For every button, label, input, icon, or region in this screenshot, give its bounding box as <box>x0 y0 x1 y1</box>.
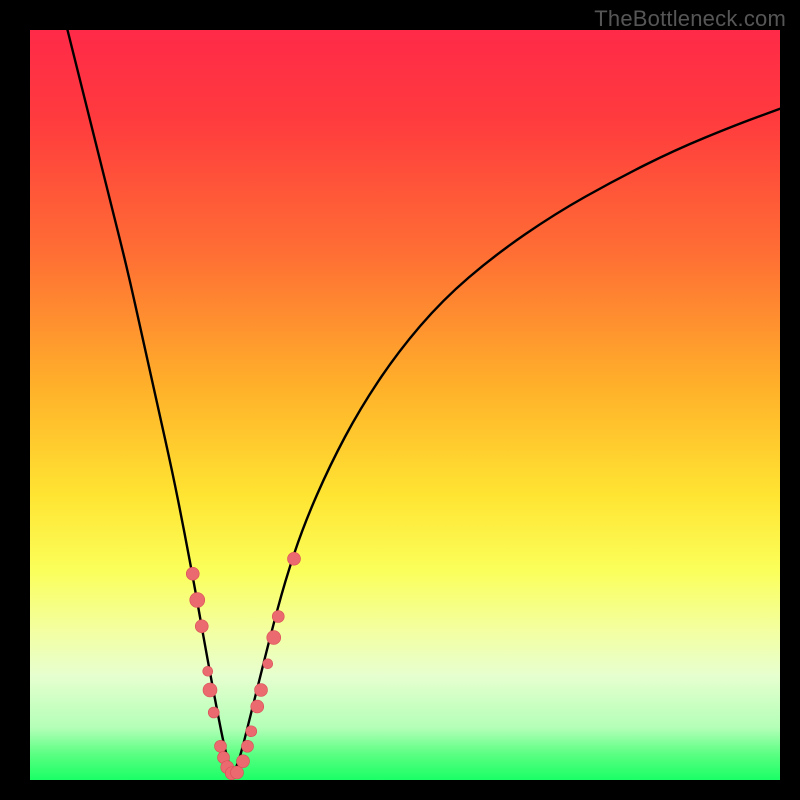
data-dot <box>255 684 268 697</box>
data-dot <box>208 707 219 718</box>
data-dot <box>237 755 250 768</box>
chart-frame: TheBottleneck.com <box>0 0 800 800</box>
plot-background <box>30 30 780 780</box>
data-dot <box>263 659 273 669</box>
data-dot <box>215 740 227 752</box>
data-dot <box>186 567 199 580</box>
data-dot <box>267 631 281 645</box>
data-dot <box>195 620 208 633</box>
data-dot <box>190 593 205 608</box>
data-dot <box>251 700 264 713</box>
data-dot <box>242 740 254 752</box>
data-dot <box>272 611 284 623</box>
data-dot <box>246 726 257 737</box>
data-dot <box>231 766 244 779</box>
bottleneck-chart <box>0 0 800 800</box>
data-dot <box>288 552 301 565</box>
data-dot <box>203 683 217 697</box>
watermark: TheBottleneck.com <box>594 6 786 32</box>
data-dot <box>203 666 213 676</box>
